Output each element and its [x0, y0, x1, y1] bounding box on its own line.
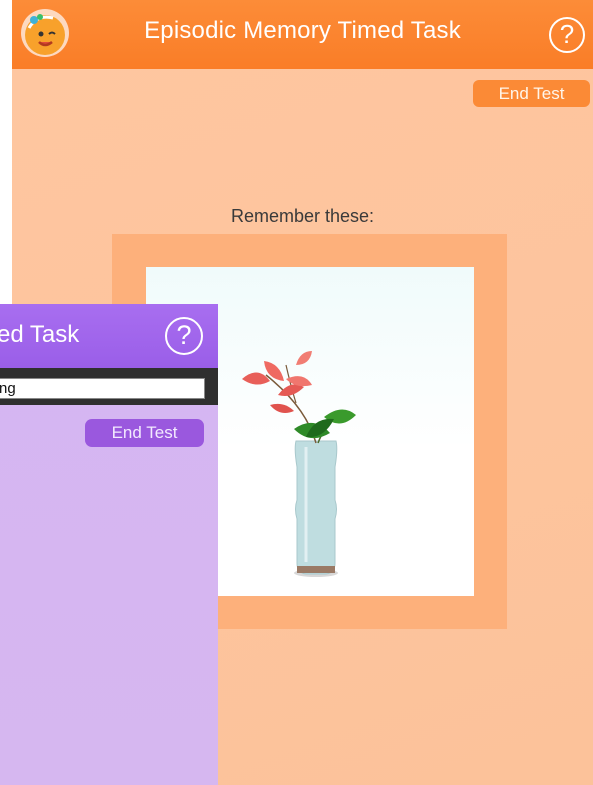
input-strip: ng — [0, 368, 218, 405]
instruction-text: Remember these: — [230, 206, 375, 226]
answer-input[interactable]: ng — [0, 378, 205, 399]
purple-header-bar: ed Task ? — [0, 304, 218, 368]
end-test-button[interactable]: End Test — [473, 80, 590, 107]
end-test-button[interactable]: End Test — [85, 419, 204, 447]
help-button[interactable]: ? — [165, 317, 203, 355]
help-button[interactable]: ? — [549, 17, 585, 53]
page-title: Episodic Memory Timed Task — [144, 17, 461, 44]
purple-window-title: ed Task — [0, 321, 80, 348]
orange-header-bar: Episodic Memory Timed Task ? — [12, 0, 593, 69]
purple-task-window: ed Task ? ng End Test — [0, 304, 218, 785]
